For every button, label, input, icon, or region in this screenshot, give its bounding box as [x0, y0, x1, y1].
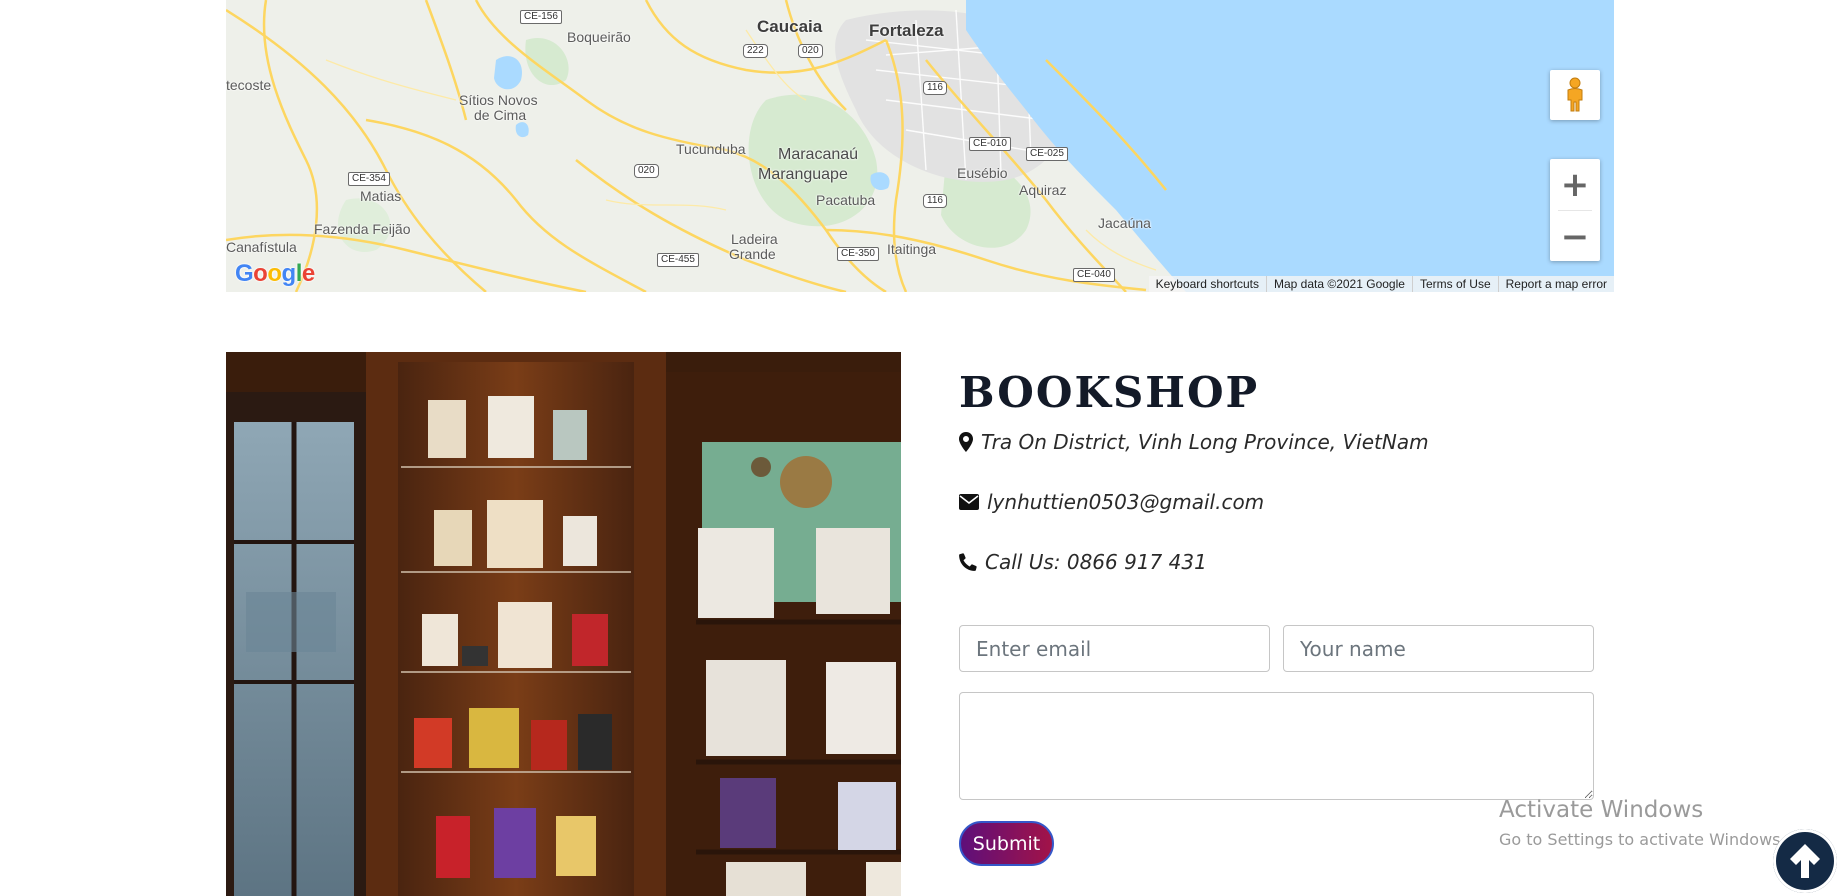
- arrow-up-icon: [1790, 844, 1820, 878]
- phone-row: Call Us: 0866 917 431: [959, 548, 1609, 576]
- road-shield-ce025: CE-025: [1026, 147, 1068, 161]
- name-input[interactable]: [1283, 625, 1594, 672]
- google-logo-letter: o: [253, 260, 268, 287]
- shop-title: BOOKSHOP: [959, 368, 1260, 417]
- zoom-in-button[interactable]: +: [1550, 159, 1600, 210]
- road-shield-ce350: CE-350: [837, 247, 879, 261]
- google-logo-letter: G: [235, 260, 254, 287]
- road-shield-222: 222: [743, 44, 768, 58]
- email-row: lynhuttien0503@gmail.com: [959, 488, 1609, 516]
- map-attribution: Keyboard shortcuts Map data ©2021 Google…: [1148, 276, 1614, 292]
- map-label-boqueirao: Boqueirão: [567, 29, 631, 45]
- road-shield-ce040: CE-040: [1073, 268, 1115, 282]
- map-label-canafistula: Canafístula: [226, 239, 297, 255]
- report-map-error-link[interactable]: Report a map error: [1497, 276, 1614, 292]
- map-marker-icon: [959, 432, 973, 452]
- back-to-top-button[interactable]: [1773, 829, 1837, 893]
- google-logo-letter: e: [301, 260, 315, 287]
- map-label-ladeira-2: Grande: [729, 246, 776, 262]
- road-shield-020: 020: [798, 44, 823, 58]
- bookshelf-image: [226, 352, 901, 896]
- google-logo[interactable]: Google: [235, 260, 315, 288]
- phone-text: Call Us: 0866 917 431: [985, 550, 1207, 574]
- map-label-aquiraz: Aquiraz: [1019, 182, 1067, 198]
- keyboard-shortcuts-link[interactable]: Keyboard shortcuts: [1149, 276, 1266, 292]
- map-label-matias: Matias: [360, 188, 402, 204]
- map-label-fortaleza: Fortaleza: [869, 21, 944, 40]
- map-label-maranguape: Maranguape: [758, 166, 848, 183]
- map-label-ladeira: Ladeira: [731, 231, 778, 247]
- map-zoom-control: + −: [1550, 159, 1600, 261]
- road-shield-ce455: CE-455: [657, 253, 699, 267]
- terms-of-use-link[interactable]: Terms of Use: [1411, 276, 1498, 292]
- road-shield-116-b: 116: [923, 194, 947, 208]
- map-label-fazenda-feijao: Fazenda Feijão: [314, 221, 411, 237]
- google-logo-letter: o: [267, 260, 282, 287]
- email-input[interactable]: [959, 625, 1270, 672]
- address-text: Tra On District, Vinh Long Province, Vie…: [981, 430, 1429, 454]
- bookshop-photo: [226, 352, 901, 896]
- map-label-sitios: Sítios Novos: [459, 92, 538, 108]
- map-label-tucunduba: Tucunduba: [676, 141, 746, 157]
- map-label-eusebio: Eusébio: [957, 165, 1008, 181]
- road-shield-ce156: CE-156: [520, 10, 562, 24]
- road-shield-ce354: CE-354: [348, 172, 390, 186]
- map-label-sitios-2: de Cima: [474, 107, 527, 123]
- message-textarea[interactable]: [959, 692, 1594, 800]
- map-label-maracanau: Maracanaú: [778, 146, 859, 163]
- map-label-itecoste: tecoste: [226, 77, 272, 93]
- google-map[interactable]: Caucaia Fortaleza Boqueirão tecoste Síti…: [226, 0, 1614, 292]
- map-label-itaitinga: Itaitinga: [887, 241, 937, 257]
- zoom-out-button[interactable]: −: [1550, 211, 1600, 262]
- map-label-caucaia: Caucaia: [757, 17, 823, 36]
- envelope-icon: [959, 494, 979, 510]
- windows-activation-watermark: Activate Windows Go to Settings to activ…: [1499, 796, 1786, 850]
- form-row: [959, 625, 1609, 672]
- submit-button[interactable]: Submit: [959, 821, 1054, 866]
- activate-windows-subtitle: Go to Settings to activate Windows.: [1499, 830, 1786, 849]
- address-row: Tra On District, Vinh Long Province, Vie…: [959, 428, 1609, 456]
- activate-windows-title: Activate Windows: [1499, 797, 1704, 823]
- map-label-jacauna: Jacaúna: [1098, 215, 1151, 231]
- email-text: lynhuttien0503@gmail.com: [987, 490, 1265, 514]
- map-label-pacatuba: Pacatuba: [816, 192, 876, 208]
- road-shield-ce010: CE-010: [969, 137, 1011, 151]
- map-data-text: Map data ©2021 Google: [1266, 276, 1412, 292]
- road-shield-020-b: 020: [634, 164, 659, 178]
- google-logo-letter: g: [281, 260, 297, 287]
- pegman-icon: [1567, 77, 1583, 112]
- contact-section: BOOKSHOP Tra On District, Vinh Long Prov…: [959, 352, 1609, 866]
- phone-icon: [959, 553, 977, 571]
- street-view-pegman-button[interactable]: [1550, 70, 1600, 120]
- road-shield-116: 116: [923, 81, 947, 95]
